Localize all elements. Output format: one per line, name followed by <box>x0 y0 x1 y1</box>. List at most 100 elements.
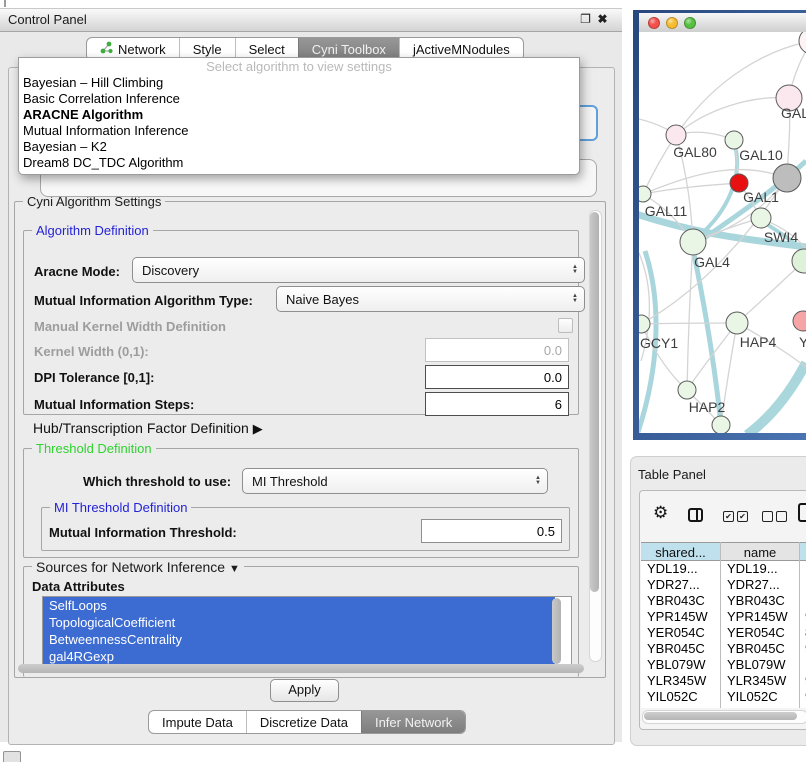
table-row[interactable]: YPR145WYPR145W9. <box>641 609 806 625</box>
table-cell[interactable]: YBR045C <box>647 641 705 657</box>
file-icon[interactable] <box>798 503 806 522</box>
table-hscroll-thumb[interactable] <box>644 712 797 720</box>
gear-icon[interactable]: ⚙ <box>653 503 668 523</box>
table-cell[interactable]: YIL052C <box>727 689 778 705</box>
attribute-item-gal4rgexp[interactable]: gal4RGexp <box>43 648 555 665</box>
table-row[interactable]: YDL19...YDL19...13 <box>641 561 806 577</box>
table-row[interactable]: YBR045CYBR045C9. <box>641 641 806 657</box>
table-cell[interactable]: YBL079W <box>727 657 786 673</box>
kernel-width-input[interactable] <box>425 338 569 362</box>
network-window-titlebar[interactable] <box>639 13 806 33</box>
network-node-gal11[interactable] <box>639 186 651 202</box>
table-cell[interactable]: YLR345W <box>647 673 706 689</box>
tab-infer-network[interactable]: Infer Network <box>361 711 465 733</box>
mi-threshold-definition-title: MI Threshold Definition <box>50 500 191 515</box>
column-header-a[interactable]: A <box>800 542 806 561</box>
checked-columns-icon[interactable]: ✔✔ <box>723 508 751 526</box>
table-cell[interactable]: YPR145W <box>647 609 708 625</box>
close-icon[interactable]: ✖ <box>595 12 610 27</box>
table-cell[interactable]: YDL19... <box>727 561 778 577</box>
network-node[interactable] <box>799 32 806 54</box>
manual-kernel-width-label: Manual Kernel Width Definition <box>34 319 226 334</box>
dpi-tolerance-input[interactable] <box>425 365 569 389</box>
table-row[interactable]: YDR27...YDR27...12 <box>641 577 806 593</box>
table-cell[interactable]: YLR345W <box>727 673 786 689</box>
float-window-icon[interactable]: ❐ <box>578 12 593 27</box>
tab-label: Select <box>249 42 285 57</box>
mi-steps-input[interactable] <box>425 392 569 416</box>
table-cell[interactable]: YDR27... <box>727 577 780 593</box>
network-window[interactable]: GALGAL80GAL10GAL1GAL11SWI4GAL4GCY1HAP4YH… <box>633 10 806 440</box>
zoom-traffic-light-icon[interactable] <box>684 17 696 29</box>
close-traffic-light-icon[interactable] <box>648 17 660 29</box>
kernel-width-label: Kernel Width (0,1): <box>34 344 149 359</box>
node-label-gal4: GAL4 <box>694 254 730 270</box>
checkbox-empty-icon <box>762 511 773 522</box>
network-node-y[interactable] <box>793 311 806 331</box>
attribute-list-scrollbar[interactable] <box>552 598 561 664</box>
mi-threshold-input[interactable] <box>421 519 562 543</box>
table-cell[interactable]: YPR145W <box>727 609 788 625</box>
algorithm-option-bayesian-hill-climbing[interactable]: Bayesian – Hill Climbing <box>19 75 579 91</box>
algorithm-option-dream8-dc-tdc-algorithm[interactable]: Dream8 DC_TDC Algorithm <box>19 155 579 171</box>
network-node-swi4[interactable] <box>751 208 771 228</box>
node-label-y: Y <box>799 334 806 350</box>
table-cell[interactable]: YDR27... <box>647 577 700 593</box>
network-node[interactable] <box>792 249 806 273</box>
table-cell[interactable]: YER054C <box>647 625 705 641</box>
data-attributes-list[interactable]: SelfLoopsTopologicalCoefficientBetweenne… <box>42 596 572 671</box>
aracne-mode-select[interactable]: Discovery ▲▼ <box>132 257 585 283</box>
network-graph[interactable]: GALGAL80GAL10GAL1GAL11SWI4GAL4GCY1HAP4YH… <box>639 32 806 433</box>
network-node-gal4[interactable] <box>680 229 706 255</box>
table-row[interactable]: YER054CYER054C8. <box>641 625 806 641</box>
expand-down-icon[interactable]: ▼ <box>229 563 240 575</box>
algorithm-option-bayesian-k2[interactable]: Bayesian – K2 <box>19 139 579 155</box>
table-cell[interactable]: YDL19... <box>647 561 698 577</box>
settings-hscroll-thumb[interactable] <box>18 664 584 673</box>
mi-steps-label: Mutual Information Steps: <box>34 397 194 412</box>
table-cell[interactable]: YBL079W <box>647 657 706 673</box>
expand-right-icon[interactable]: ▶ <box>253 421 263 436</box>
network-node[interactable] <box>712 416 730 433</box>
apply-button[interactable]: Apply <box>270 679 339 702</box>
tab-impute-data[interactable]: Impute Data <box>149 711 246 733</box>
attribute-item-selfloops[interactable]: SelfLoops <box>43 597 555 614</box>
table-row[interactable]: YIL052CYIL052C9 <box>641 689 806 705</box>
column-header-name[interactable]: name <box>721 542 800 561</box>
which-threshold-select[interactable]: MI Threshold ▲▼ <box>242 468 548 494</box>
algorithm-option-aracne-algorithm[interactable]: ARACNE Algorithm <box>19 107 579 123</box>
table-row[interactable]: YBR043C YBR043C <box>641 593 806 609</box>
algorithm-option-basic-correlation-inference[interactable]: Basic Correlation Inference <box>19 91 579 107</box>
table-row[interactable]: YBL079W YBL079W <box>641 657 806 673</box>
algorithm-dropdown-popup: Select algorithm to view settings Bayesi… <box>18 57 580 175</box>
table-cell[interactable]: YIL052C <box>647 689 698 705</box>
network-node[interactable] <box>773 164 801 192</box>
settings-scroll-thumb[interactable] <box>590 212 599 592</box>
network-canvas[interactable]: GALGAL80GAL10GAL1GAL11SWI4GAL4GCY1HAP4YH… <box>639 32 806 433</box>
columns-icon[interactable] <box>688 508 703 522</box>
algorithm-definition-title: Algorithm Definition <box>32 223 153 238</box>
tab-label: Infer Network <box>375 715 452 730</box>
table-cell[interactable]: YBR043C <box>727 593 785 609</box>
bottom-left-widget-icon[interactable] <box>3 751 21 762</box>
table-cell[interactable]: YER054C <box>727 625 785 641</box>
minimize-traffic-light-icon[interactable] <box>666 17 678 29</box>
table-cell[interactable]: YBR043C <box>647 593 705 609</box>
hub-tf-definition-label[interactable]: Hub/Transcription Factor Definition ▶ <box>33 420 263 437</box>
mi-algorithm-type-select[interactable]: Naive Bayes ▲▼ <box>276 286 585 312</box>
tab-discretize-data[interactable]: Discretize Data <box>246 711 361 733</box>
attribute-item-topologicalcoefficient[interactable]: TopologicalCoefficient <box>43 614 555 631</box>
column-header-shared[interactable]: shared... <box>641 542 721 561</box>
manual-kernel-width-checkbox[interactable] <box>558 318 573 333</box>
attribute-item-betweennesscentrality[interactable]: BetweennessCentrality <box>43 631 555 648</box>
algorithm-option-mutual-information-inference[interactable]: Mutual Information Inference <box>19 123 579 139</box>
table-cell[interactable]: YBR045C <box>727 641 785 657</box>
network-node-gal80[interactable] <box>666 125 686 145</box>
network-node-hap2[interactable] <box>678 381 696 399</box>
table-rows[interactable]: YDL19...YDL19...13YDR27...YDR27...12YBR0… <box>641 561 806 708</box>
network-node-hap4[interactable] <box>726 312 748 334</box>
table-row[interactable]: YLR345WYLR345W9. <box>641 673 806 689</box>
unchecked-columns-icon[interactable] <box>762 508 790 526</box>
column-divider <box>720 542 721 708</box>
network-icon <box>100 41 113 57</box>
